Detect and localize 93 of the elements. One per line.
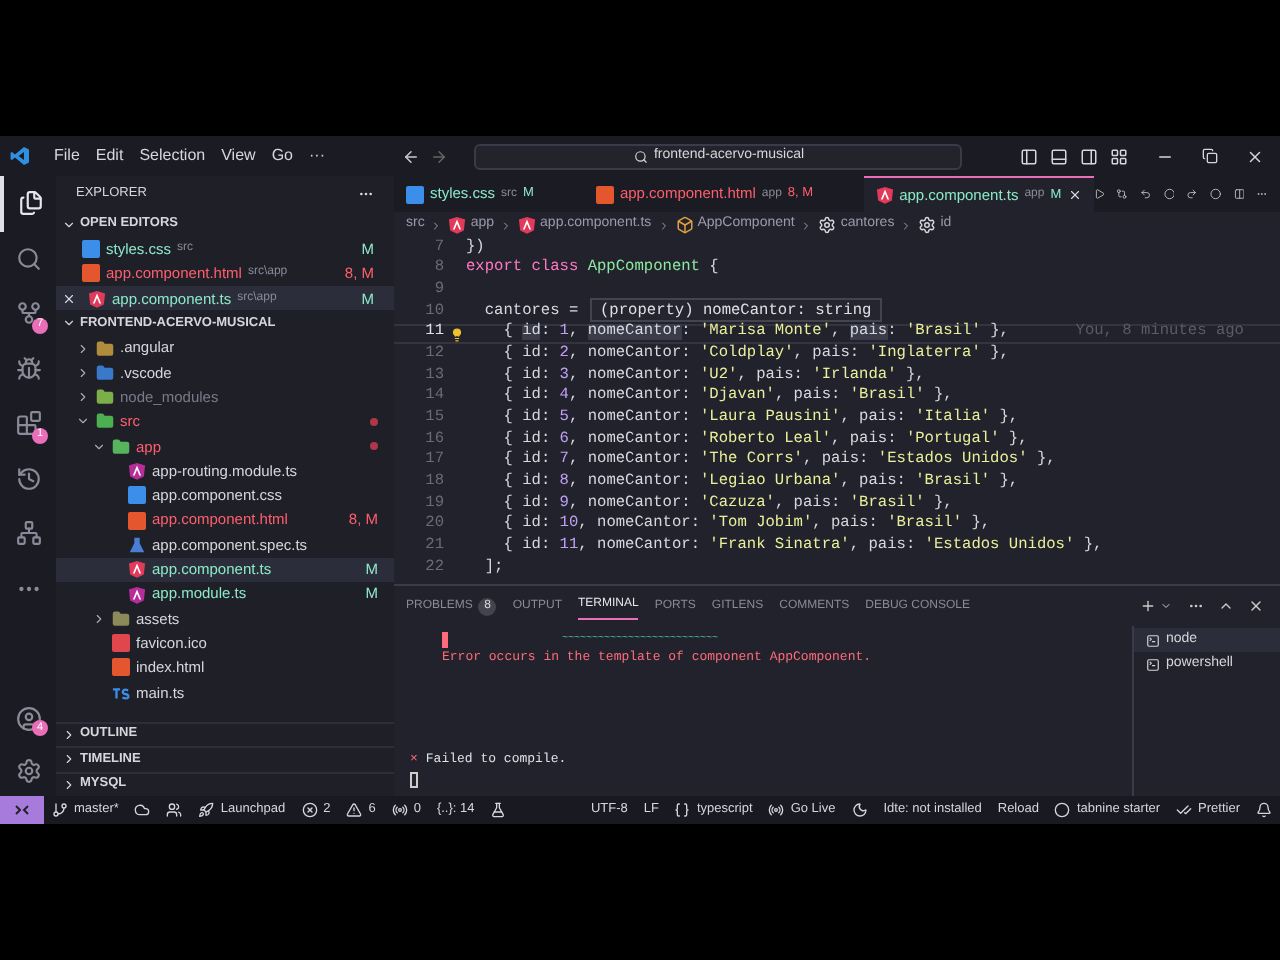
property-icon [818, 216, 837, 234]
circle-icon[interactable] [1163, 186, 1175, 202]
error-marker [442, 631, 448, 647]
flask-file-icon [128, 535, 146, 554]
separator-icon [900, 219, 913, 231]
redo-icon[interactable] [1186, 186, 1198, 202]
secondary-sidebar-icon[interactable] [1080, 147, 1098, 165]
menu-item[interactable]: File [46, 144, 88, 168]
extensions-icon [15, 410, 41, 437]
folder-icon [112, 609, 130, 628]
angular-file-icon [128, 585, 146, 603]
branch-icon [15, 300, 41, 327]
settings-icon [15, 757, 41, 783]
circle-icon[interactable] [1210, 186, 1222, 202]
separator-icon [657, 219, 670, 231]
chevron-right-icon [92, 611, 106, 626]
maximize-panel-icon[interactable] [1218, 598, 1234, 614]
folder-icon [96, 388, 114, 407]
close-panel-icon[interactable] [1248, 598, 1264, 614]
error-icon [301, 802, 318, 818]
new-terminal-icon[interactable] [1140, 598, 1156, 614]
close-icon[interactable] [1246, 147, 1264, 165]
account-icon [15, 705, 41, 731]
separator-icon [800, 219, 813, 231]
remote-icon [14, 802, 30, 818]
bug-icon [15, 355, 41, 382]
close-icon[interactable] [1067, 188, 1082, 202]
split-editor-icon[interactable] [1233, 186, 1245, 202]
run-icon[interactable] [1093, 186, 1105, 202]
menu-item[interactable]: View [213, 144, 264, 168]
html-file-icon [595, 185, 614, 203]
forward-arrow-icon[interactable] [430, 147, 449, 165]
branch-icon [52, 802, 68, 818]
compare-icon[interactable] [1116, 186, 1128, 202]
angular-file-icon [448, 216, 467, 234]
history-icon [15, 465, 41, 492]
folder-icon [96, 339, 114, 358]
separator-icon [500, 219, 513, 231]
search-icon [633, 149, 648, 163]
lightbulb-icon[interactable] [450, 327, 464, 342]
chevron-down-icon[interactable] [1160, 600, 1172, 612]
cloud-icon [134, 802, 151, 818]
circle-icon [1054, 802, 1071, 818]
angular-file-icon [128, 560, 146, 579]
bell-icon [1256, 802, 1272, 818]
html-file-icon [112, 658, 130, 677]
ts-file-icon [112, 683, 130, 702]
rocket-icon [198, 802, 215, 818]
back-arrow-icon[interactable] [402, 147, 421, 165]
angular-file-icon [128, 462, 146, 481]
graph-icon [15, 520, 41, 547]
app-logo-icon [10, 146, 30, 166]
css-file-icon [128, 486, 146, 505]
restore-icon[interactable] [1202, 148, 1218, 164]
terminal-icon [1146, 657, 1160, 671]
angular-file-icon [875, 186, 894, 204]
chevron-down-icon [62, 316, 76, 331]
menu-item[interactable]: Go [263, 144, 301, 168]
braces-icon [674, 802, 691, 818]
class-icon [675, 216, 694, 234]
menu-item[interactable]: Edit [87, 144, 132, 168]
terminal-icon [1146, 633, 1160, 647]
css-file-icon [406, 185, 424, 203]
folder-icon [96, 363, 114, 382]
folder-icon [96, 412, 114, 431]
panel-toggle-icon[interactable] [1050, 147, 1068, 165]
angular-file-icon [518, 216, 537, 234]
html-file-icon [128, 511, 146, 530]
menu-item[interactable]: Selection [131, 144, 214, 168]
remote-button[interactable] [0, 796, 44, 824]
close-icon[interactable] [62, 291, 76, 306]
html-file-icon [82, 264, 100, 283]
folder-icon [112, 437, 130, 456]
image-file-icon [112, 634, 130, 653]
people-icon [166, 802, 183, 818]
moon-icon [851, 802, 868, 818]
css-file-icon [82, 240, 100, 259]
property-icon [918, 216, 937, 234]
flask-icon [490, 802, 507, 818]
menu-item[interactable]: ··· [300, 144, 333, 168]
layout-icon[interactable] [1110, 147, 1128, 165]
search-icon [15, 245, 41, 272]
files-icon [17, 190, 43, 217]
angular-file-icon [88, 289, 106, 308]
antenna-icon [391, 802, 408, 818]
warning-icon [346, 802, 363, 818]
sidebar-toggle-icon[interactable] [1020, 147, 1038, 165]
undo-icon[interactable] [1139, 186, 1152, 202]
double-check-icon [1176, 802, 1193, 818]
terminal-cursor [410, 772, 418, 788]
chevron-down-icon [62, 217, 76, 232]
antenna-icon [768, 802, 785, 818]
separator-icon [430, 219, 443, 231]
